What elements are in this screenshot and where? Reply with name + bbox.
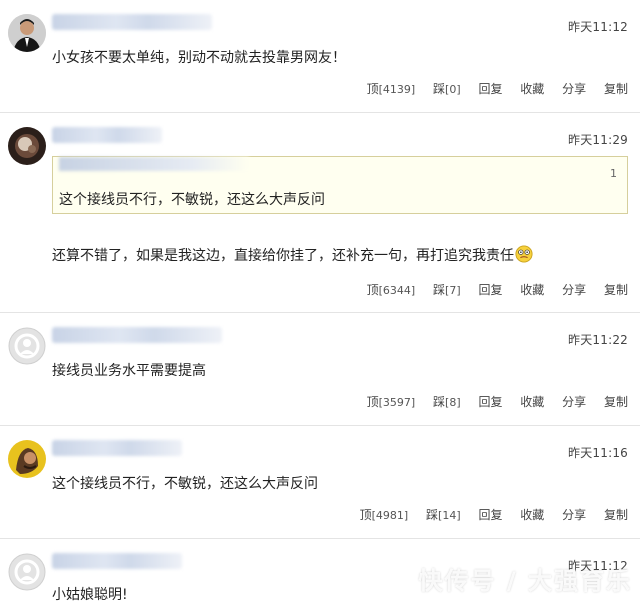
- avatar[interactable]: [8, 553, 46, 591]
- comment-actions: 顶[4981] 踩[14] 回复 收藏 分享 复制: [346, 506, 628, 523]
- quoted-username-blurred: [59, 157, 249, 171]
- comment-item: 昨天11:12 小女孩不要太单纯，别动不动就去投靠男网友！ 顶[4139] 踩[…: [0, 0, 640, 113]
- cai-count: [14]: [438, 509, 461, 522]
- comment-text: 还算不错了，如果是我这边，直接给你挂了，还补充一句，再打追究我责任: [52, 245, 533, 265]
- favorite-button[interactable]: 收藏: [520, 82, 544, 96]
- comment-item: 昨天11:16 这个接线员不行，不敏锐，还这么大声反问 顶[4981] 踩[14…: [0, 426, 640, 539]
- ding-button[interactable]: 顶[4139]: [367, 82, 416, 96]
- ding-button[interactable]: 顶[3597]: [367, 395, 416, 409]
- copy-button[interactable]: 复制: [604, 508, 628, 522]
- cai-count: [8]: [445, 396, 461, 409]
- cai-button[interactable]: 踩[8]: [433, 395, 461, 409]
- quoted-comment: 1 这个接线员不行，不敏锐，还这么大声反问: [52, 156, 628, 214]
- ding-button[interactable]: 顶[6344]: [367, 283, 416, 297]
- cai-count: [7]: [445, 284, 461, 297]
- favorite-button[interactable]: 收藏: [520, 395, 544, 409]
- cai-button[interactable]: 踩[7]: [433, 283, 461, 297]
- quote-text: 这个接线员不行，不敏锐，还这么大声反问: [59, 192, 325, 208]
- username-blurred[interactable]: [52, 553, 182, 569]
- share-button[interactable]: 分享: [562, 82, 586, 96]
- comment-timestamp: 昨天11:22: [568, 333, 628, 347]
- quote-floor-number: 1: [610, 167, 617, 180]
- username-blurred[interactable]: [52, 127, 162, 143]
- username-blurred[interactable]: [52, 327, 222, 343]
- reply-button[interactable]: 回复: [478, 508, 502, 522]
- comment-actions: 顶[3597] 踩[8] 回复 收藏 分享 复制: [353, 393, 628, 410]
- ding-button[interactable]: 顶[4981]: [360, 508, 409, 522]
- comment-text: 小姑娘聪明!: [52, 587, 128, 603]
- ding-count: [4139]: [378, 83, 416, 96]
- favorite-button[interactable]: 收藏: [520, 283, 544, 297]
- username-blurred[interactable]: [52, 14, 212, 30]
- copy-button[interactable]: 复制: [604, 395, 628, 409]
- ding-count: [3597]: [378, 396, 416, 409]
- comment-actions: 顶[6344] 踩[7] 回复 收藏 分享 复制: [353, 281, 628, 298]
- comment-actions: 顶[4139] 踩[0] 回复 收藏 分享 复制: [353, 80, 628, 97]
- default-user-avatar-icon: [8, 553, 46, 591]
- avatar[interactable]: [8, 14, 46, 52]
- comment-text: 小女孩不要太单纯，别动不动就去投靠男网友！: [52, 50, 346, 66]
- comment-item: 昨天11:22 接线员业务水平需要提高 顶[3597] 踩[8] 回复 收藏 分…: [0, 313, 640, 426]
- favorite-button[interactable]: 收藏: [520, 508, 544, 522]
- reply-button[interactable]: 回复: [478, 82, 502, 96]
- ding-count: [6344]: [378, 284, 416, 297]
- comment-timestamp: 昨天11:16: [568, 446, 628, 460]
- share-button[interactable]: 分享: [562, 283, 586, 297]
- comment-item: 昨天11:29 1 这个接线员不行，不敏锐，还这么大声反问 还算不错了，如果是我…: [0, 113, 640, 313]
- cai-button[interactable]: 踩[14]: [426, 508, 461, 522]
- avatar[interactable]: [8, 440, 46, 478]
- copy-button[interactable]: 复制: [604, 82, 628, 96]
- dark-photo-avatar-icon: [8, 127, 46, 165]
- cai-count: [0]: [445, 83, 461, 96]
- default-user-avatar-icon: [8, 327, 46, 365]
- comment-timestamp: 昨天11:12: [568, 20, 628, 34]
- username-blurred[interactable]: [52, 440, 182, 456]
- copy-button[interactable]: 复制: [604, 283, 628, 297]
- reply-button[interactable]: 回复: [478, 395, 502, 409]
- comment-text: 接线员业务水平需要提高: [52, 363, 206, 379]
- man-in-suit-avatar-icon: [8, 14, 46, 52]
- cai-button[interactable]: 踩[0]: [433, 82, 461, 96]
- share-button[interactable]: 分享: [562, 395, 586, 409]
- cartoon-character-avatar-icon: [8, 440, 46, 478]
- avatar[interactable]: [8, 127, 46, 165]
- ding-count: [4981]: [371, 509, 409, 522]
- comment-text-body: 还算不错了，如果是我这边，直接给你挂了，还补充一句，再打追究我责任: [52, 248, 514, 264]
- share-button[interactable]: 分享: [562, 508, 586, 522]
- avatar[interactable]: [8, 327, 46, 365]
- watermark: 快传号 / 大强育乐: [418, 567, 632, 595]
- comment-timestamp: 昨天11:29: [568, 133, 628, 147]
- reply-button[interactable]: 回复: [478, 283, 502, 297]
- dizzy-face-emoji-icon: [515, 245, 533, 263]
- comment-text: 这个接线员不行，不敏锐，还这么大声反问: [52, 476, 318, 492]
